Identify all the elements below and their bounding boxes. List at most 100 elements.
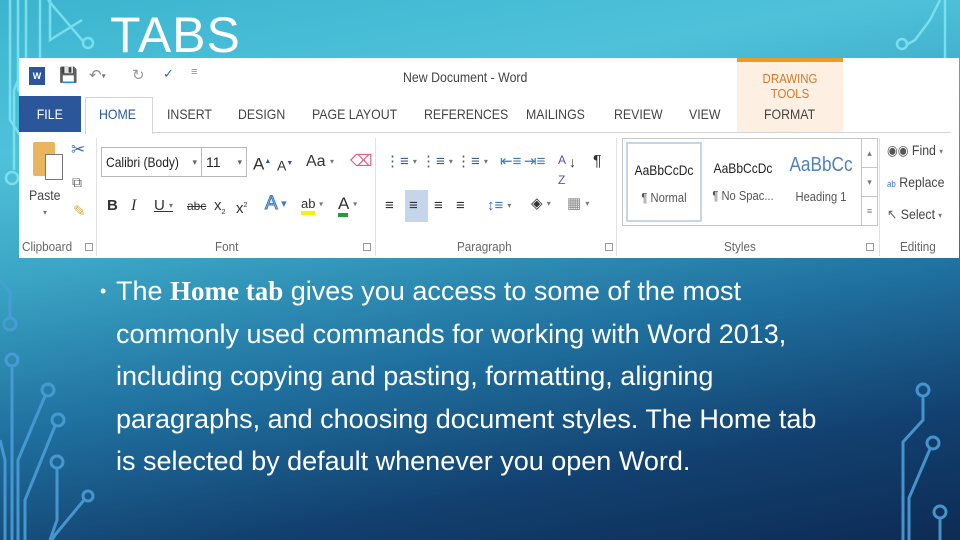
show-marks-icon[interactable]: ¶ [593, 152, 602, 172]
tab-review[interactable]: REVIEW [614, 96, 663, 132]
body-suffix: gives you access to some of the most com… [116, 276, 817, 476]
style-name: ¶ No Spac... [712, 188, 774, 203]
paste-page-icon [45, 154, 63, 180]
cut-icon[interactable]: ✂ [71, 140, 85, 160]
line-spacing-icon[interactable]: ↕≡ ▾ [487, 196, 511, 216]
format-painter-icon[interactable]: ✎ [73, 202, 86, 222]
italic-icon[interactable]: I [131, 196, 136, 216]
numbering-icon[interactable]: ⋮≡ ▾ [421, 152, 453, 172]
styles-scrollbar[interactable]: ▴ ▾ ≡ [861, 139, 877, 225]
tab-design[interactable]: DESIGN [238, 96, 285, 132]
font-size-value: 11 [206, 154, 221, 170]
tab-format[interactable]: FORMAT [764, 96, 815, 132]
redo-icon[interactable]: ↻ [132, 66, 145, 84]
styles-launcher-icon[interactable] [866, 243, 874, 251]
subscript-icon[interactable]: x2 [214, 196, 225, 223]
tab-references[interactable]: REFERENCES [424, 96, 508, 132]
text-effects-icon[interactable]: A ▾ [265, 193, 287, 214]
replace-label: Replace [899, 174, 945, 190]
group-separator [96, 138, 97, 256]
align-center-icon[interactable]: ≡ [409, 196, 418, 216]
style-normal[interactable]: AaBbCcDc ¶ Normal [626, 142, 702, 222]
strikethrough-icon[interactable]: abc [187, 196, 206, 216]
bold-icon[interactable]: B [107, 196, 118, 216]
slide-title: TABS [110, 7, 241, 63]
sort-icon[interactable]: AZ [558, 150, 566, 190]
word-logo-icon: W [29, 67, 45, 85]
select-button[interactable]: ↖ Select ▾ [887, 206, 942, 223]
sort-arrow-icon: ↓ [569, 154, 576, 170]
font-name-dropdown-icon[interactable]: ▾ [192, 148, 197, 176]
decrease-indent-icon[interactable]: ⇤≡ [500, 152, 521, 172]
paste-button[interactable]: Paste ▾ [29, 140, 65, 217]
multilevel-list-icon[interactable]: ⋮≡ ▾ [456, 152, 488, 172]
font-launcher-icon[interactable] [363, 243, 371, 251]
spelling-icon[interactable]: ✓ [163, 66, 174, 82]
scroll-up-icon[interactable]: ▴ [862, 139, 877, 168]
increase-indent-icon[interactable]: ⇥≡ [524, 152, 545, 172]
font-color-icon[interactable]: A ▾ [338, 194, 357, 217]
align-right-icon[interactable]: ≡ [434, 196, 443, 216]
paste-dropdown-icon[interactable]: ▾ [43, 208, 47, 217]
change-case-button[interactable]: Aa ▾ [306, 152, 334, 172]
group-separator [879, 138, 880, 256]
align-left-icon[interactable]: ≡ [385, 196, 394, 216]
slide-body: • The Home tab gives you access to some … [100, 270, 840, 483]
body-prefix: The [116, 276, 171, 306]
underline-icon[interactable]: U ▾ [154, 196, 173, 216]
scroll-down-icon[interactable]: ▾ [862, 168, 877, 197]
font-size-dropdown-icon[interactable]: ▾ [237, 148, 242, 176]
tab-home[interactable]: HOME [99, 96, 136, 132]
style-heading-1[interactable]: AaBbCc Heading 1 [783, 142, 859, 222]
borders-icon[interactable]: ▦ ▾ [567, 194, 589, 214]
copy-icon[interactable]: ⧉ [72, 172, 82, 192]
customize-qat-icon[interactable]: ≡ [191, 66, 197, 78]
bullets-icon[interactable]: ⋮≡ ▾ [385, 152, 417, 172]
replace-icon: ab [887, 179, 896, 189]
tab-mailings[interactable]: MAILINGS [526, 96, 585, 132]
tab-divider [152, 132, 951, 133]
cursor-icon: ↖ [887, 206, 898, 222]
body-emphasis: Home tab [170, 276, 284, 306]
font-group-label: Font [215, 239, 239, 254]
tab-file-label: FILE [36, 106, 64, 122]
editing-group-label: Editing [900, 239, 936, 254]
highlight-color-icon[interactable]: ab ▾ [301, 194, 323, 215]
find-button[interactable]: ◉◉ Find ▾ [887, 142, 943, 159]
tab-page-layout[interactable]: PAGE LAYOUT [312, 96, 397, 132]
undo-icon[interactable]: ↶▾ [89, 66, 106, 84]
tab-view[interactable]: VIEW [689, 96, 720, 132]
group-separator [375, 138, 376, 256]
style-preview: AaBbCc [789, 154, 853, 176]
replace-button[interactable]: ab Replace [887, 174, 944, 190]
tab-file[interactable]: FILE [19, 96, 81, 132]
find-label: Find [911, 142, 936, 158]
font-size-combo[interactable]: 11 ▾ [201, 147, 247, 177]
style-no-spacing[interactable]: AaBbCcDc ¶ No Spac... [705, 142, 781, 222]
more-styles-icon[interactable]: ≡ [862, 197, 877, 225]
justify-icon[interactable]: ≡ [456, 196, 465, 216]
paragraph-group-label: Paragraph [457, 239, 512, 254]
paragraph-launcher-icon[interactable] [605, 243, 613, 251]
font-name-combo[interactable]: Calibri (Body) ▾ [101, 147, 202, 177]
superscript-icon[interactable]: x2 [236, 196, 247, 219]
style-name: ¶ Normal [641, 190, 687, 205]
clipboard-group-label: Clipboard [22, 239, 73, 254]
select-label: Select [900, 206, 936, 222]
grow-font-icon[interactable]: A▲ [253, 152, 271, 175]
shading-icon[interactable]: ◈ ▾ [531, 194, 551, 214]
tab-insert[interactable]: INSERT [167, 96, 212, 132]
paste-label: Paste [29, 187, 61, 203]
window-title: New Document - Word [403, 69, 528, 85]
body-paragraph: The Home tab gives you access to some of… [116, 270, 840, 483]
clear-formatting-icon[interactable]: ⌫ [350, 152, 373, 172]
save-icon[interactable]: 💾 [59, 66, 78, 84]
clipboard-launcher-icon[interactable] [85, 243, 93, 251]
bullet-icon: • [100, 281, 107, 301]
group-separator [616, 138, 617, 256]
style-preview: AaBbCcDc [713, 160, 773, 176]
word-ribbon: W 💾 ↶▾ ↻ ✓ ≡ New Document - Word DRAWING… [19, 58, 959, 258]
style-name: Heading 1 [795, 189, 847, 204]
binoculars-icon: ◉◉ [887, 142, 909, 158]
shrink-font-icon[interactable]: A▼ [277, 154, 293, 176]
